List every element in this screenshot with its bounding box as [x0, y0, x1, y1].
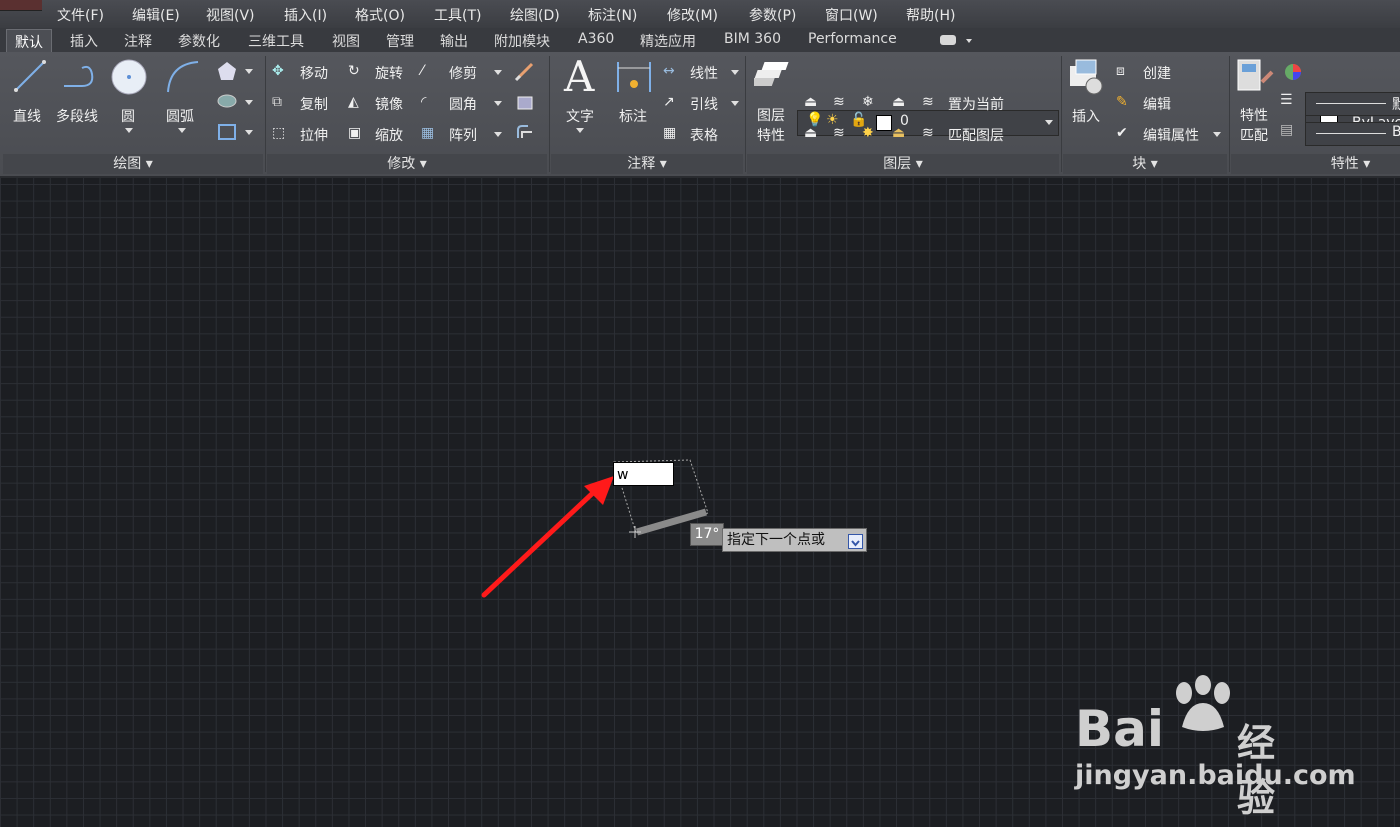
dynamic-input-field[interactable]: w — [613, 462, 674, 486]
options-down-icon[interactable] — [848, 534, 863, 549]
command-prompt-tooltip: 指定下一个点或 — [722, 528, 867, 552]
red-annotation-arrow-head — [584, 476, 614, 505]
paw-logo-icon — [1176, 675, 1230, 731]
prompt-text: 指定下一个点或 — [727, 532, 825, 548]
watermark-url: jingyan.baidu.com — [1075, 760, 1356, 791]
red-annotation-arrow-shaft — [481, 487, 599, 598]
watermark-brand: Bai — [1075, 700, 1164, 758]
angle-tooltip: 17° — [690, 523, 724, 546]
